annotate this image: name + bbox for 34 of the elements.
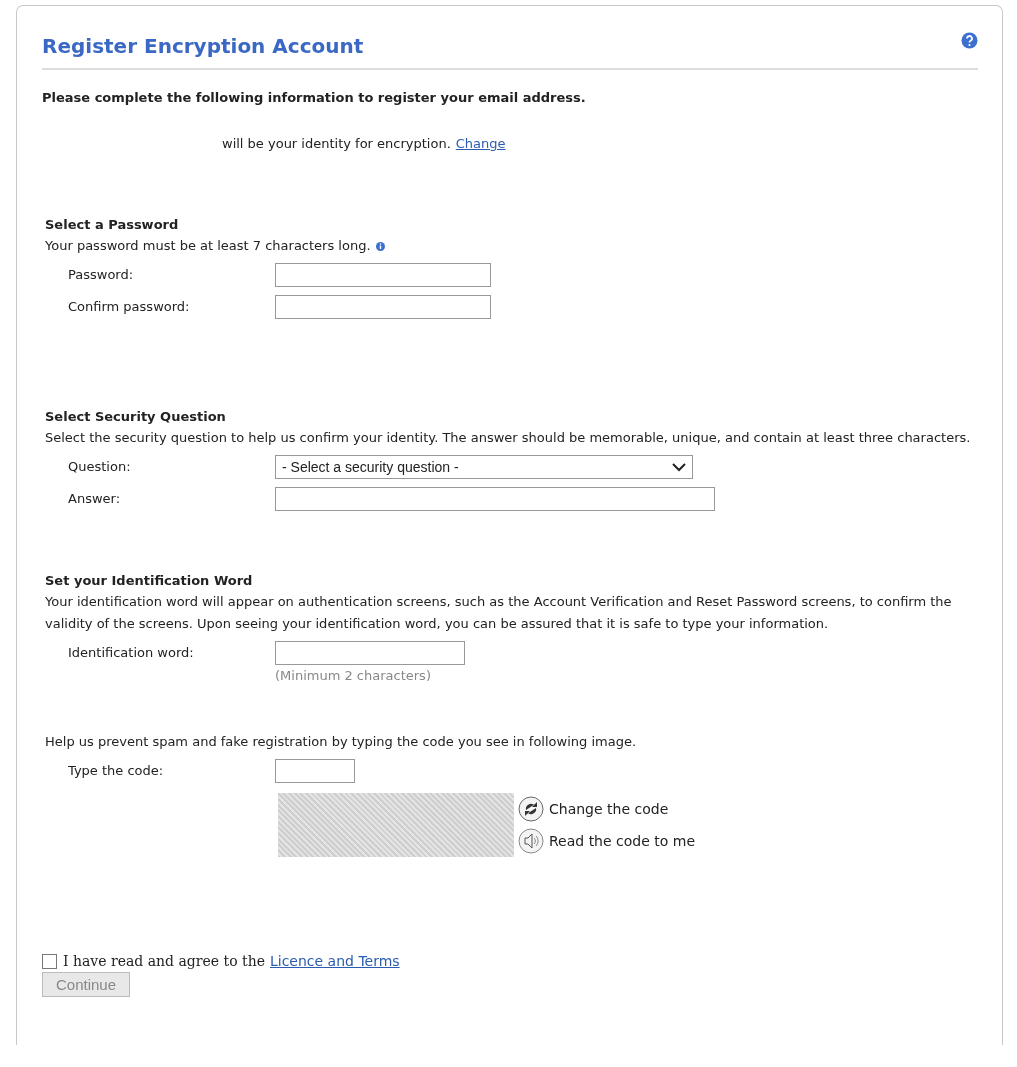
field-label: Password: xyxy=(68,266,135,284)
input-field[interactable] xyxy=(275,759,355,783)
intro-text: Please complete the following information to register your email address. xyxy=(42,90,587,105)
field-label: Confirm password: xyxy=(68,298,191,316)
licence-link[interactable]: Licence and Terms xyxy=(269,953,400,969)
agree-text: I have read and agree to the xyxy=(63,953,265,969)
security-question-dropdown[interactable]: - Select a security question - xyxy=(275,455,693,479)
help-icon[interactable] xyxy=(961,32,978,49)
section-heading: Select Security Question xyxy=(45,408,227,426)
section-heading: Select a Password xyxy=(45,216,180,234)
input-field[interactable] xyxy=(275,295,491,319)
input-field[interactable] xyxy=(275,263,491,287)
captcha-instructions: Help us prevent spam and fake registration by typing the code you see in following image. xyxy=(45,733,638,751)
page-title: Register Encryption Account xyxy=(42,34,364,58)
section-description: Select the security question to help us confirm your identity. The answer should be memorable, unique, and contain at least three characters. xyxy=(45,429,972,447)
chevron-down-icon xyxy=(672,462,686,472)
section-description: Your password must be at least 7 characters long. xyxy=(45,237,371,255)
field-label: Answer: xyxy=(68,490,122,508)
agree-checkbox[interactable] xyxy=(42,953,57,969)
field-label: Type the code: xyxy=(68,762,165,780)
section-heading: Set your Identification Word xyxy=(45,572,254,590)
captcha-action-link[interactable]: Change the code xyxy=(549,801,669,817)
field-label: Identification word: xyxy=(68,644,195,662)
section-description: Your identification word will appear on authentication screens, such as the Account Verification and Reset Password screens, to confirm the validity of the screens. Upon seeing your identification word, you can be assured that it is safe to type your information. xyxy=(45,593,953,633)
input-field[interactable] xyxy=(275,641,465,665)
identity-text: will be your identity for encryption. xyxy=(222,136,451,151)
field-label: Question: xyxy=(68,458,132,476)
info-icon[interactable] xyxy=(375,241,385,251)
captcha-action-link[interactable]: Read the code to me xyxy=(549,833,696,849)
input-field[interactable] xyxy=(275,487,715,511)
change-link[interactable]: Change xyxy=(455,136,506,151)
field-hint: (Minimum 2 characters) xyxy=(275,667,432,685)
speaker-icon[interactable] xyxy=(518,828,544,854)
refresh-icon[interactable] xyxy=(518,796,544,822)
